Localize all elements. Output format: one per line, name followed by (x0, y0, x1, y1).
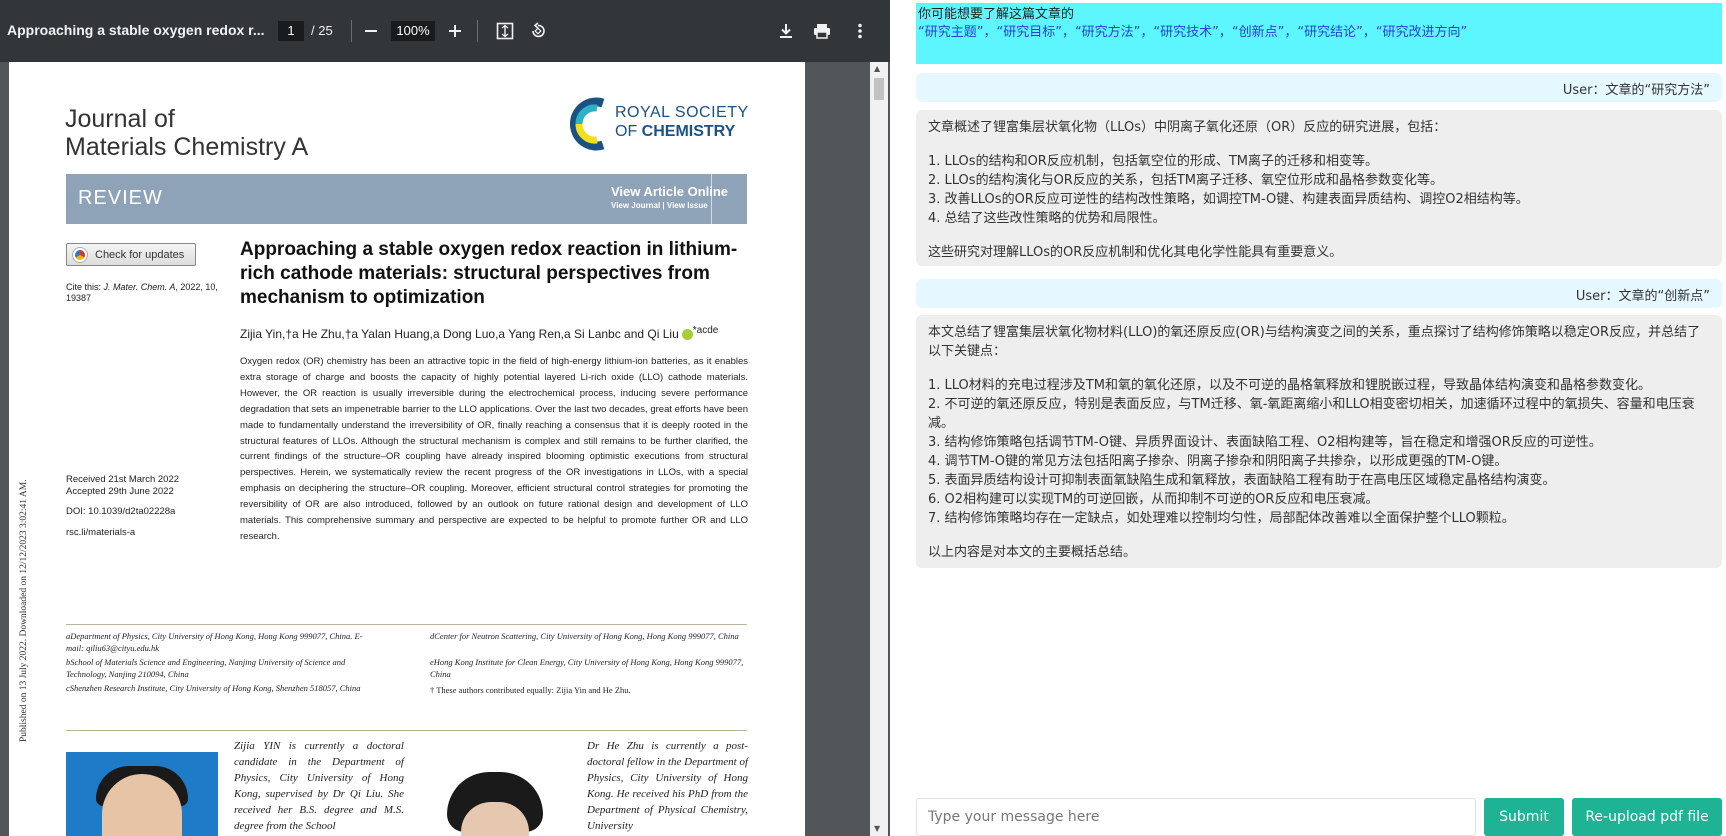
affiliation-rule (66, 624, 747, 625)
citation: Cite this: J. Mater. Chem. A, 2022, 10, … (66, 282, 226, 304)
bot-line: 4. 调节TM-O键的常见方法包括阳离子掺杂、阴离子掺杂和阴阳离子共掺杂，以形成… (928, 454, 1508, 469)
scroll-down-arrow-icon[interactable]: ▼ (874, 824, 880, 833)
document-title: Approaching a stable oxygen redox r... (7, 22, 265, 38)
download-note: Published on 13 July 2022. Downloaded on… (9, 442, 29, 742)
rotate-button[interactable] (524, 17, 552, 45)
bot-line: 6. O2相构建可以实现TM的可逆回嵌，从而抑制不可逆的OR反应和电压衰减。 (928, 492, 1379, 507)
journal-title-line: Journal of (65, 105, 175, 133)
author-photo (439, 762, 551, 836)
check-for-updates-button[interactable]: Check for updates (66, 243, 196, 266)
bot-line: 以上内容是对本文的主要概括总结。 (928, 545, 1137, 560)
author-bio: Dr He Zhu is currently a post-doctoral f… (587, 740, 749, 832)
orcid-icon[interactable] (681, 329, 693, 341)
article-title: Approaching a stable oxygen redox reacti… (240, 239, 738, 308)
view-journal-issue-link[interactable]: View Journal | View Issue (611, 201, 708, 210)
scrollbar-thumb[interactable] (874, 78, 884, 100)
bot-line: 7. 结构修饰策略均存在一定缺点，如处理难以控制均匀性，局部配体改善难以全面保护… (928, 511, 1515, 526)
pdf-viewer: Approaching a stable oxygen redox r... 1… (0, 0, 890, 836)
download-button[interactable] (772, 17, 800, 45)
bot-line: 5. 表面异质结构设计可抑制表面氧缺陷生成和氧释放，表面缺陷工程有助于在高电压区… (928, 473, 1556, 488)
zoom-in-button[interactable] (441, 17, 469, 45)
authors-tail: *acde (692, 325, 719, 336)
bot-line: 3. 改善LLOs的OR反应可逆性的结构改性策略，如调控TM-O键、构建表面异质… (928, 192, 1529, 207)
check-updates-label: Check for updates (95, 248, 185, 261)
toolbar-divider (477, 20, 478, 42)
rotate-icon (532, 22, 545, 38)
abstract: Oxygen redox (OR) chemistry has been an … (240, 356, 748, 542)
user-message: User：文章的“创新点” (916, 279, 1722, 308)
received-date: Received 21st March 2022 (66, 474, 180, 485)
review-banner: REVIEW View Article Online View Journal … (66, 174, 747, 224)
bio-rule (66, 730, 747, 731)
reupload-pdf-button[interactable]: Re-upload pdf file (1572, 798, 1722, 836)
review-label: REVIEW (78, 187, 163, 209)
bot-line: 4. 总结了这些改性策略的优势和局限性。 (928, 211, 1166, 226)
bot-message: 本文总结了锂富集层状氧化物材料(LLO)的氧还原反应(OR)与结构演变之间的关系… (916, 315, 1722, 568)
suggestion-topics[interactable]: “研究主题”，“研究目标”，“研究方法”，“研究技术”，“创新点”，“研究结论”… (918, 24, 1722, 42)
affiliation-c: cShenzhen Research Institute, City Unive… (66, 683, 361, 693)
cite-journal: J. Mater. Chem. A (103, 282, 176, 292)
bot-line: 这些研究对理解LLOs的OR反应机制和优化其电化学性能具有重要意义。 (928, 245, 1343, 260)
cite-prefix: Cite this: (66, 282, 104, 292)
suggestion-banner: 你可能想要了解这篇文章的 “研究主题”，“研究目标”，“研究方法”，“研究技术”… (916, 3, 1722, 64)
scroll-up-arrow-icon[interactable]: ▲ (874, 64, 880, 73)
bot-message: 文章概述了锂富集层状氧化物（LLOs）中阴离子氧化还原（OR）反应的研究进展，包… (916, 110, 1722, 266)
affiliation-d: dCenter for Neutron Scattering, City Uni… (430, 631, 739, 641)
doi[interactable]: DOI: 10.1039/d2ta02228a (66, 506, 226, 518)
download-note-text: Published on 13 July 2022. Downloaded on… (19, 479, 29, 742)
banner-divider (711, 174, 712, 224)
journal-link[interactable]: rsc.li/materials-a (66, 527, 226, 539)
pdf-page: Journal of Materials Chemistry A ROYAL S… (9, 62, 805, 836)
journal-title: Journal of Materials Chemistry A (65, 105, 308, 161)
chat-panel: 你可能想要了解这篇文章的 “研究主题”，“研究目标”，“研究方法”，“研究技术”… (890, 0, 1726, 836)
rsc-name-line2: OF CHEMISTRY (615, 123, 735, 141)
rsc-name-line1: ROYAL SOCIETY (615, 104, 749, 121)
minus-icon (365, 30, 377, 32)
rsc-bold: CHEMISTRY (641, 123, 736, 140)
page-number-input[interactable]: 1 (278, 21, 304, 41)
fit-page-icon (496, 22, 514, 40)
pdf-toolbar: Approaching a stable oxygen redox r... 1… (0, 0, 890, 62)
print-icon (814, 24, 830, 39)
authors-text: Zijia Yin,†a He Zhu,†a Yalan Huang,a Don… (240, 327, 679, 341)
author-bio: Zijia YIN is currently a doctoral candid… (234, 740, 404, 832)
bot-line: 本文总结了锂富集层状氧化物材料(LLO)的氧还原反应(OR)与结构演变之间的关系… (928, 325, 1701, 359)
author-photo (66, 752, 218, 836)
author-list: Zijia Yin,†a He Zhu,†a Yalan Huang,a Don… (240, 325, 760, 341)
bot-line: 1. LLO材料的充电过程涉及TM和氧的氧化还原，以及不可逆的晶格氧释放和锂脱嵌… (928, 378, 1651, 393)
download-icon (780, 24, 792, 38)
message-input-row: Submit Re-upload pdf file (916, 798, 1722, 836)
crossmark-icon (73, 247, 87, 262)
affiliation-e: eHong Kong Institute for Clean Energy, C… (430, 657, 744, 679)
affiliation-b: bSchool of Materials Science and Enginee… (66, 657, 346, 679)
rsc-prefix: OF (615, 123, 642, 140)
submit-button[interactable]: Submit (1484, 798, 1564, 836)
more-options-button[interactable] (846, 17, 874, 45)
journal-title-line: Materials Chemistry A (65, 133, 309, 161)
print-button[interactable] (808, 17, 836, 45)
zoom-out-button[interactable] (357, 17, 385, 45)
fit-page-button[interactable] (491, 17, 519, 45)
user-message: User：文章的“研究方法” (916, 73, 1722, 102)
zoom-level-input[interactable]: 100% (391, 21, 435, 41)
plus-icon (449, 25, 461, 37)
bot-line: 2. 不可逆的氧还原反应，特别是表面反应，与TM迁移、氧-氧距离缩小和LLO相变… (928, 397, 1695, 431)
affiliation-a: aDepartment of Physics, City University … (66, 631, 363, 653)
page-total: / 25 (311, 23, 333, 38)
toolbar-divider (351, 20, 352, 42)
bot-line: 3. 结构修饰策略包括调节TM-O键、异质界面设计、表面缺陷工程、O2相构建等，… (928, 435, 1602, 450)
bot-line: 1. LLOs的结构和OR反应机制，包括氧空位的形成、TM离子的迁移和相变等。 (928, 154, 1378, 169)
suggestion-intro: 你可能想要了解这篇文章的 (918, 7, 1075, 22)
vertical-scrollbar[interactable]: ▲ ▼ (870, 62, 888, 836)
bot-line: 文章概述了锂富集层状氧化物（LLOs）中阴离子氧化还原（OR）反应的研究进展，包… (928, 120, 1447, 135)
accepted-date: Accepted 29th June 2022 (66, 486, 174, 497)
bot-line: 2. LLOs的结构演化与OR反应的关系，包括TM离子迁移、氧空位形成和晶格参数… (928, 173, 1443, 188)
equal-contribution-note: † These authors contributed equally: Zij… (430, 685, 631, 695)
more-vertical-icon (858, 23, 862, 39)
message-input[interactable] (916, 798, 1476, 836)
